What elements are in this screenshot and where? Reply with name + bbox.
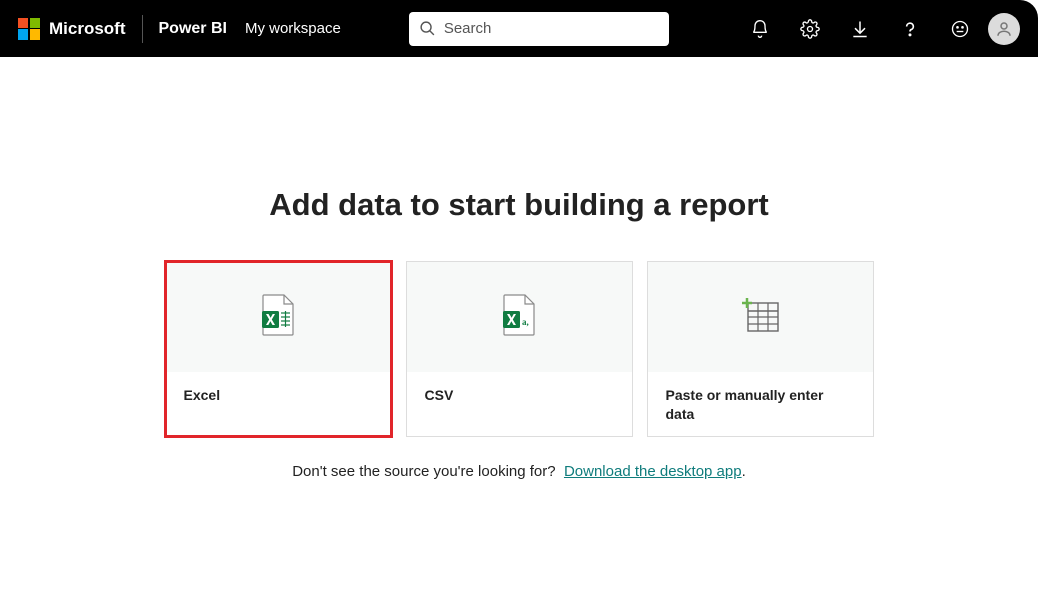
- card-excel[interactable]: Excel: [165, 261, 392, 437]
- microsoft-logo[interactable]: Microsoft: [18, 18, 126, 40]
- brand-text: Microsoft: [49, 19, 126, 39]
- footer-period: .: [742, 463, 746, 480]
- user-avatar[interactable]: [988, 13, 1020, 45]
- card-label: Paste or manually enter data: [648, 372, 873, 424]
- settings-icon[interactable]: [800, 19, 820, 39]
- excel-file-icon: [260, 294, 296, 341]
- csv-file-icon: a,: [501, 294, 537, 341]
- search-box[interactable]: [409, 12, 669, 46]
- header-divider: [142, 15, 143, 43]
- notifications-icon[interactable]: [750, 19, 770, 39]
- footer-prompt: Don't see the source you're looking for?: [292, 463, 555, 480]
- workspace-name[interactable]: My workspace: [245, 20, 341, 37]
- app-name[interactable]: Power BI: [159, 20, 227, 38]
- header-actions: [750, 19, 970, 39]
- page-title: Add data to start building a report: [269, 187, 768, 223]
- search-input[interactable]: [444, 20, 659, 37]
- download-desktop-link[interactable]: Download the desktop app: [564, 463, 742, 480]
- download-icon[interactable]: [850, 19, 870, 39]
- help-icon[interactable]: [900, 19, 920, 39]
- footer-text: Don't see the source you're looking for?…: [292, 463, 746, 480]
- search-icon: [419, 20, 436, 37]
- main-content: Add data to start building a report: [0, 57, 1038, 480]
- card-visual: [166, 262, 391, 372]
- table-plus-icon: [740, 295, 780, 340]
- svg-text:a,: a,: [522, 317, 529, 327]
- feedback-icon[interactable]: [950, 19, 970, 39]
- card-csv[interactable]: a, CSV: [406, 261, 633, 437]
- microsoft-squares-icon: [18, 18, 40, 40]
- data-source-cards: Excel a, CSV: [165, 261, 874, 437]
- card-manual[interactable]: Paste or manually enter data: [647, 261, 874, 437]
- card-label: CSV: [407, 372, 632, 405]
- app-header: Microsoft Power BI My workspace: [0, 0, 1038, 57]
- card-visual: a,: [407, 262, 632, 372]
- card-visual: [648, 262, 873, 372]
- card-label: Excel: [166, 372, 391, 405]
